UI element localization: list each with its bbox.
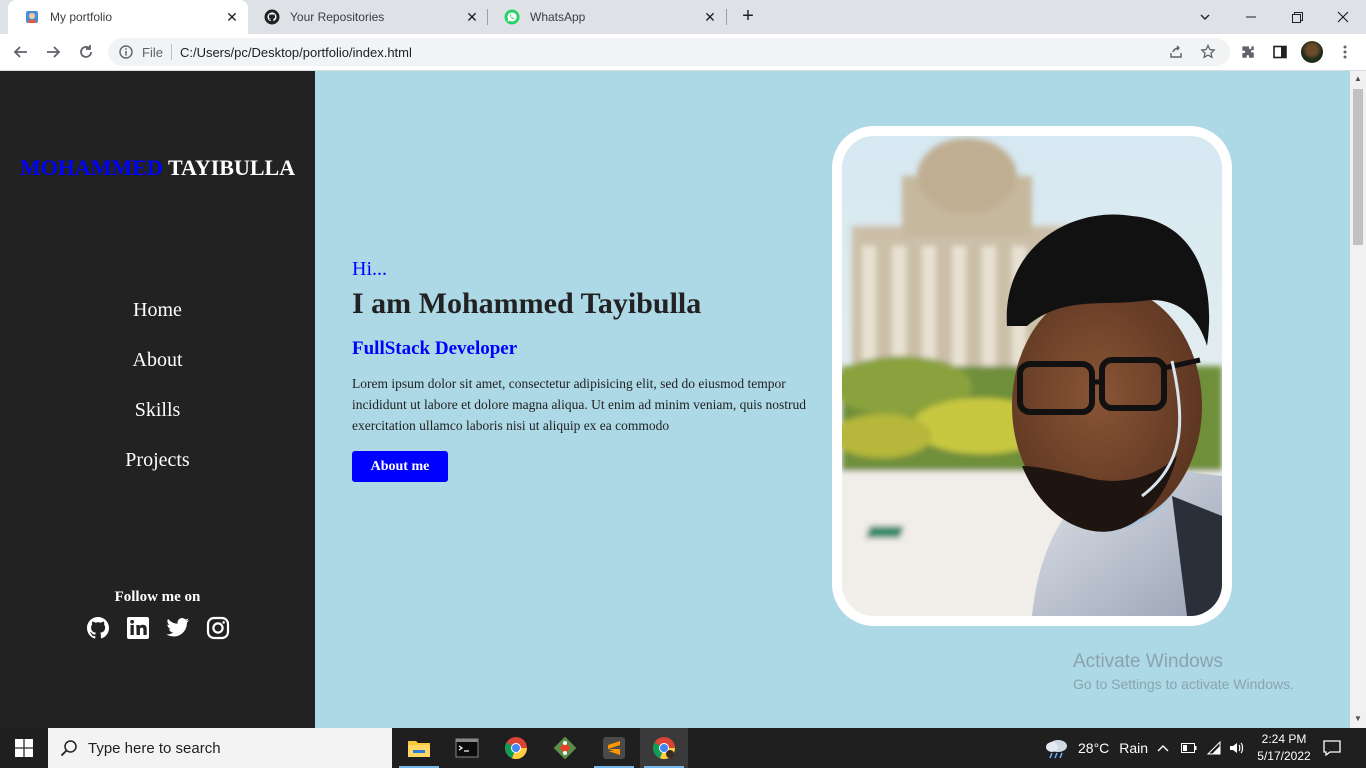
system-clock[interactable]: 2:24 PM 5/17/2022 — [1252, 731, 1316, 765]
profile-photo — [842, 136, 1222, 616]
close-tab-icon[interactable]: ✕ — [464, 9, 480, 25]
search-icon — [60, 739, 78, 757]
about-me-button[interactable]: About me — [352, 451, 448, 482]
portfolio-favicon-icon — [24, 9, 40, 25]
terminal-app[interactable] — [443, 728, 491, 768]
watermark-subtitle: Go to Settings to activate Windows. — [1073, 676, 1294, 692]
hero-description: Lorem ipsum dolor sit amet, consectetur … — [352, 376, 807, 433]
address-divider — [170, 44, 172, 60]
tab-title: WhatsApp — [530, 10, 586, 24]
weather-widget[interactable]: 28°C Rain — [1044, 728, 1148, 768]
scroll-down-arrow-icon[interactable]: ▼ — [1354, 715, 1362, 723]
brand-logo: MOHAMMED TAYIBULLA — [0, 155, 315, 181]
twitter-icon[interactable] — [166, 615, 190, 641]
weather-text: Rain — [1119, 740, 1149, 756]
start-button[interactable] — [0, 728, 48, 768]
rain-cloud-icon — [1044, 737, 1070, 759]
tab-title: Your Repositories — [290, 10, 385, 24]
activate-windows-watermark: Activate Windows Go to Settings to activ… — [1073, 651, 1294, 692]
tab-your-repositories[interactable]: Your Repositories ✕ — [248, 0, 488, 34]
forward-button[interactable] — [41, 40, 65, 64]
instagram-icon[interactable] — [206, 615, 230, 641]
follow-heading: Follow me on — [114, 589, 201, 605]
windows-taskbar: Type here to search 28°C Rain 2:24 PM 5/… — [0, 728, 1366, 768]
git-gui-app[interactable] — [541, 728, 589, 768]
role-title: FullStack Developer — [352, 338, 518, 359]
tab-separator — [726, 9, 727, 25]
nav-skills[interactable]: Skills — [0, 399, 315, 422]
github-favicon-icon — [264, 9, 280, 25]
watermark-title: Activate Windows — [1073, 651, 1223, 672]
clock-date: 5/17/2022 — [1257, 749, 1311, 763]
nav-about[interactable]: About — [0, 349, 315, 372]
site-info-icon[interactable] — [118, 44, 134, 60]
tab-strip: My portfolio ✕ Your Repositories ✕ Whats… — [0, 0, 1366, 34]
notifications-icon[interactable] — [1323, 728, 1341, 768]
file-explorer-app[interactable] — [395, 728, 443, 768]
chrome-app[interactable] — [492, 728, 540, 768]
chrome-menu-icon[interactable] — [1333, 40, 1357, 64]
linkedin-icon[interactable] — [126, 615, 150, 641]
tab-my-portfolio[interactable]: My portfolio ✕ — [8, 0, 248, 34]
page-scrollbar[interactable]: ▲ ▼ — [1350, 71, 1366, 728]
scheme-label: File — [142, 44, 163, 60]
side-panel-icon[interactable] — [1268, 40, 1292, 64]
nav-projects[interactable]: Projects — [0, 449, 315, 472]
address-bar[interactable]: File C:/Users/pc/Desktop/portfolio/index… — [108, 38, 1230, 66]
sidebar: MOHAMMED TAYIBULLA Home About Skills Pro… — [0, 71, 315, 728]
page-viewport: MOHAMMED TAYIBULLA Home About Skills Pro… — [0, 71, 1350, 728]
scrollbar-thumb[interactable] — [1353, 89, 1363, 245]
close-tab-icon[interactable]: ✕ — [702, 9, 718, 25]
social-links — [86, 615, 230, 641]
profile-photo-frame — [832, 126, 1232, 626]
battery-icon[interactable] — [1181, 728, 1197, 768]
greeting-text: Hi... — [352, 258, 387, 280]
tab-title: My portfolio — [50, 10, 113, 24]
search-placeholder: Type here to search — [88, 739, 221, 757]
weather-temp: 28°C — [1078, 740, 1110, 756]
taskbar-search-box[interactable]: Type here to search — [48, 728, 392, 768]
nav-home[interactable]: Home — [0, 299, 315, 322]
whatsapp-favicon-icon — [504, 9, 520, 25]
wifi-icon[interactable] — [1206, 728, 1222, 768]
extensions-icon[interactable] — [1236, 40, 1260, 64]
restore-button[interactable] — [1274, 0, 1320, 34]
brand-first-name: MOHAMMED — [19, 155, 163, 180]
reload-button[interactable] — [74, 40, 98, 64]
headline: I am Mohammed Tayibulla — [352, 287, 702, 320]
browser-toolbar: File C:/Users/pc/Desktop/portfolio/index… — [0, 34, 1366, 71]
close-window-button[interactable] — [1320, 0, 1366, 34]
share-icon[interactable] — [1162, 38, 1190, 66]
tab-search-chevron-icon[interactable] — [1182, 0, 1228, 34]
brand-last-name: TAYIBULLA — [167, 155, 296, 180]
github-icon[interactable] — [86, 615, 110, 641]
profile-avatar[interactable] — [1301, 41, 1323, 63]
new-tab-button[interactable]: + — [737, 6, 759, 28]
url-text: C:/Users/pc/Desktop/portfolio/index.html — [179, 44, 412, 60]
back-button[interactable] — [9, 40, 33, 64]
minimize-button[interactable] — [1228, 0, 1274, 34]
sublime-text-app[interactable] — [590, 728, 638, 768]
bookmark-star-icon[interactable] — [1194, 38, 1222, 66]
clock-time: 2:24 PM — [1261, 732, 1307, 746]
scroll-up-arrow-icon[interactable]: ▲ — [1354, 75, 1362, 83]
tab-whatsapp[interactable]: WhatsApp ✕ — [488, 0, 726, 34]
volume-icon[interactable] — [1229, 728, 1245, 768]
close-tab-icon[interactable]: ✕ — [224, 9, 240, 25]
show-hidden-icons-chevron-icon[interactable] — [1156, 728, 1170, 768]
chrome-active-app[interactable] — [640, 728, 688, 768]
